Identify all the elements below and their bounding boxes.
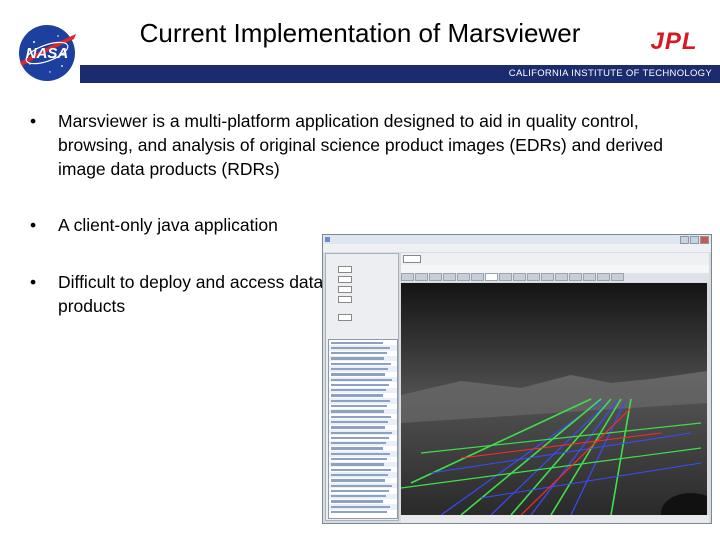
menu-bar bbox=[323, 244, 711, 252]
minimize-icon bbox=[680, 236, 689, 244]
image-tab bbox=[471, 273, 484, 281]
svg-text:NASA: NASA bbox=[26, 45, 69, 62]
image-tab bbox=[443, 273, 456, 281]
bullet-icon: • bbox=[30, 111, 37, 131]
image-tab bbox=[457, 273, 470, 281]
close-icon bbox=[700, 236, 709, 244]
mars-image-view bbox=[401, 283, 707, 515]
control-row bbox=[336, 276, 352, 283]
image-toolbar bbox=[401, 253, 709, 265]
svg-text:JPL: JPL bbox=[650, 28, 697, 52]
mars-terrain-image bbox=[401, 283, 707, 515]
image-tab bbox=[401, 273, 414, 281]
bullet-icon: • bbox=[30, 215, 37, 235]
image-tab bbox=[429, 273, 442, 281]
image-tab bbox=[597, 273, 610, 281]
image-tab bbox=[541, 273, 554, 281]
bullet-text: Marsviewer is a multi-platform applicati… bbox=[58, 111, 664, 179]
file-list-row bbox=[329, 509, 397, 515]
maximize-icon bbox=[690, 236, 699, 244]
slide-title: Current Implementation of Marsviewer bbox=[139, 18, 581, 48]
header-bar: CALIFORNIA INSTITUTE OF TECHNOLOGY bbox=[80, 65, 720, 83]
marsviewer-screenshot bbox=[322, 234, 712, 524]
bullet-item: • Difficult to deploy and access data pr… bbox=[30, 270, 328, 318]
image-tab bbox=[527, 273, 540, 281]
image-tab bbox=[583, 273, 596, 281]
status-bar bbox=[401, 515, 709, 523]
bullet-item: • Marsviewer is a multi-platform applica… bbox=[30, 109, 698, 181]
jpl-logo: JPL bbox=[650, 28, 697, 52]
control-row bbox=[336, 296, 352, 303]
image-tab bbox=[611, 273, 624, 281]
control-row bbox=[336, 266, 352, 273]
file-list bbox=[328, 339, 398, 519]
image-tab bbox=[569, 273, 582, 281]
control-row bbox=[336, 314, 352, 321]
bullet-text: Difficult to deploy and access data prod… bbox=[58, 272, 324, 316]
institution-label: CALIFORNIA INSTITUTE OF TECHNOLOGY bbox=[508, 68, 712, 79]
image-tab bbox=[513, 273, 526, 281]
path-bar bbox=[401, 265, 709, 273]
window-controls bbox=[680, 236, 709, 244]
image-tab bbox=[555, 273, 568, 281]
app-icon bbox=[325, 237, 330, 242]
bullet-item: • A client-only java application bbox=[30, 213, 328, 237]
image-tab bbox=[415, 273, 428, 281]
control-row bbox=[336, 286, 352, 293]
image-tab bbox=[485, 273, 498, 281]
zoom-control bbox=[403, 255, 421, 263]
tab-row bbox=[401, 273, 709, 282]
bullet-text: A client-only java application bbox=[58, 215, 278, 235]
bullet-icon: • bbox=[30, 272, 37, 292]
left-panel bbox=[325, 253, 399, 521]
image-tab bbox=[499, 273, 512, 281]
nasa-logo: NASA bbox=[19, 25, 76, 81]
